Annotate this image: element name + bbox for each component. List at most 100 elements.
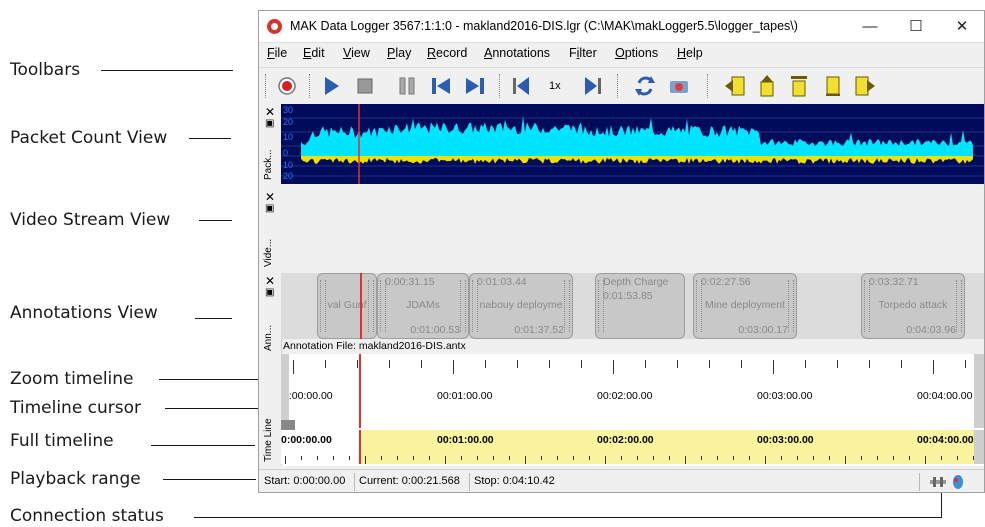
zoom-tick: [485, 360, 486, 368]
skip-end-icon[interactable]: [461, 72, 489, 100]
zoom-timeline[interactable]: 0:00:00.00 00:01:00.00 00:02:00.00 00:03…: [281, 354, 974, 428]
close-icon[interactable]: ✕: [265, 106, 275, 118]
connection-status-icon[interactable]: [951, 474, 965, 490]
camera-icon[interactable]: [665, 72, 693, 100]
zoom-tick: [389, 360, 390, 368]
toolbar-grip[interactable]: [617, 74, 620, 98]
menu-filter[interactable]: Filter: [569, 46, 597, 60]
full-tick: [797, 456, 798, 460]
full-tick: [829, 456, 830, 460]
leader-line: [199, 220, 232, 221]
app-logo-icon: [267, 19, 282, 34]
full-tick: [349, 456, 350, 460]
menu-record[interactable]: Record: [427, 46, 467, 60]
dock-label: Ann...: [263, 324, 274, 351]
annotation-add-icon[interactable]: [819, 72, 847, 100]
close-icon[interactable]: ✕: [265, 191, 275, 203]
annotation-prev-icon[interactable]: [721, 72, 749, 100]
full-tick: [477, 456, 478, 460]
pin-icon[interactable]: ▣: [265, 204, 274, 214]
annotation-card[interactable]: 0:03:32.71 Torpedo attack 0:04:03.96: [861, 273, 965, 339]
record-icon[interactable]: [273, 72, 301, 100]
network-icon[interactable]: [929, 475, 947, 489]
menu-options[interactable]: Options: [615, 46, 658, 60]
loop-icon[interactable]: [631, 72, 659, 100]
playback-stop: Stop: 0:04:10.42: [474, 475, 555, 487]
annotations-dock-tab: ✕ ▣ Ann...: [259, 273, 282, 353]
zoom-tick: [517, 360, 518, 368]
pause-icon[interactable]: [393, 72, 421, 100]
zoom-tick: [869, 360, 870, 368]
range-start-marker[interactable]: [281, 420, 295, 430]
toolbar-grip[interactable]: [499, 74, 502, 98]
annotation-cursor-line: [360, 273, 362, 339]
full-timeline[interactable]: 0:00:00.00 00:01:00.00 00:02:00.00 00:03…: [281, 430, 974, 464]
annotation-up-icon[interactable]: [753, 72, 781, 100]
status-divider: [919, 473, 920, 491]
toolbar-grip[interactable]: [309, 74, 312, 98]
zoom-time-label: 0:00:00.00: [283, 390, 333, 402]
zoom-tick: [613, 360, 614, 374]
full-tick: [637, 456, 638, 460]
leader-line: [163, 479, 256, 480]
playback-start: Start: 0:00:00.00: [264, 475, 346, 487]
skip-start-icon[interactable]: [427, 72, 455, 100]
faster-icon[interactable]: [579, 72, 607, 100]
full-timeline-cursor[interactable]: [359, 430, 361, 464]
packet-count-view[interactable]: 30 20 10 0 10 20: [281, 104, 984, 184]
title-bar[interactable]: MAK Data Logger 3567:1:1:0 - makland2016…: [259, 11, 984, 43]
annotations-view: val Gunf 0:00:31.15 JDAMs 0:01:00.53 0:0…: [281, 273, 984, 339]
leader-line: [101, 70, 233, 71]
full-tick: [381, 456, 382, 460]
callout-packet-count-view: Packet Count View: [10, 128, 168, 148]
full-tick: [669, 456, 670, 460]
minimize-button[interactable]: —: [847, 11, 893, 42]
full-tick: [605, 456, 606, 464]
menu-file[interactable]: File: [267, 46, 287, 60]
pin-icon[interactable]: ▣: [265, 119, 274, 129]
annotation-file-label: Annotation File: makland2016-DIS.antx: [283, 340, 466, 352]
packet-graph: [281, 104, 984, 184]
dock-label: Time Line: [263, 418, 274, 462]
stop-icon[interactable]: [351, 72, 379, 100]
annotation-card[interactable]: val Gunf: [317, 273, 377, 339]
full-tick: [845, 456, 846, 464]
annotation-top-icon[interactable]: [785, 72, 813, 100]
toolbar-grip[interactable]: [707, 74, 710, 98]
close-icon[interactable]: ✕: [265, 275, 275, 287]
full-tick: [621, 456, 622, 460]
full-tick: [749, 456, 750, 460]
callout-playback-range: Playback range: [10, 469, 141, 489]
slower-icon[interactable]: [507, 72, 535, 100]
menu-view[interactable]: View: [343, 46, 370, 60]
pin-icon[interactable]: ▣: [265, 288, 274, 298]
close-button[interactable]: ✕: [939, 11, 984, 42]
full-tick: [909, 456, 910, 460]
packet-dock-tab: ✕ ▣ Pack...: [259, 104, 282, 184]
leader-line: [189, 138, 231, 139]
annotation-card[interactable]: 0:01:03.44 nabouy deployme 0:01:37.52: [469, 273, 573, 339]
maximize-button[interactable]: ☐: [893, 11, 939, 42]
video-stream-view[interactable]: [281, 189, 984, 271]
menu-help[interactable]: Help: [677, 46, 703, 60]
zoom-tick: [357, 360, 358, 368]
video-dock-tab: ✕ ▣ Vide...: [259, 189, 282, 271]
menu-edit[interactable]: Edit: [303, 46, 325, 60]
zoom-left-handle[interactable]: [281, 354, 289, 428]
menu-play[interactable]: Play: [387, 46, 411, 60]
play-icon[interactable]: [317, 72, 345, 100]
full-tick: [573, 456, 574, 460]
annotation-card[interactable]: 0:02:27.56 Mine deployment 0:03:00.17: [693, 273, 797, 339]
timeline-cursor[interactable]: [359, 354, 361, 428]
menu-annotations[interactable]: Annotations: [484, 46, 550, 60]
annotation-next-icon[interactable]: [851, 72, 879, 100]
zoom-right-handle[interactable]: [974, 354, 984, 428]
full-time-label: 0:00:00.00: [281, 434, 332, 446]
toolbar-grip[interactable]: [265, 74, 268, 98]
full-tick: [701, 456, 702, 460]
range-end-marker[interactable]: [974, 430, 984, 464]
annotation-card[interactable]: Depth Charge 0:01:53.85: [595, 273, 685, 339]
annotation-card[interactable]: 0:00:31.15 JDAMs 0:01:00.53: [377, 273, 469, 339]
full-tick: [717, 456, 718, 460]
full-tick: [397, 456, 398, 460]
